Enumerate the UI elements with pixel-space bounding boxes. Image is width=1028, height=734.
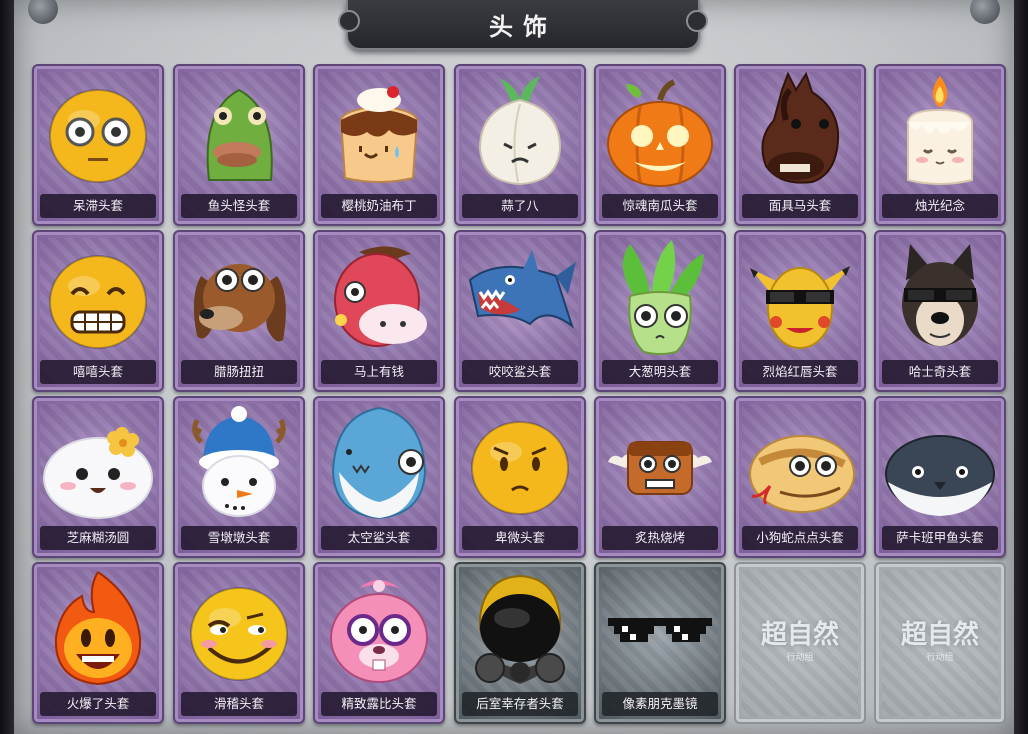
headwear-label: 后室幸存者头套 [462, 692, 578, 716]
headwear-label: 精致露比头套 [321, 692, 437, 716]
headwear-label: 小狗蛇点点头套 [742, 526, 858, 550]
headwear-card[interactable]: 像素朋克墨镜 [594, 562, 726, 724]
fire-icon [54, 571, 142, 686]
space-shark-icon [331, 407, 427, 520]
funny-face-icon [190, 587, 288, 681]
pink-beaver-icon [330, 580, 428, 683]
headwear-card[interactable]: 卑微头套 [454, 396, 586, 558]
title-plaque: 头饰 [338, 0, 708, 50]
corner-rivet-icon [970, 0, 1000, 24]
headwear-label: 樱桃奶油布丁 [321, 194, 437, 218]
yellow-mouse-sunglasses-icon [750, 266, 850, 349]
headwear-card[interactable]: 精致露比头套 [313, 562, 445, 724]
headwear-card[interactable]: 面具马头套 [734, 64, 866, 226]
headwear-card[interactable]: 嘻嘻头套 [32, 230, 164, 392]
headwear-card[interactable]: 小狗蛇点点头套 [734, 396, 866, 558]
headwear-card[interactable]: 滑稽头套 [173, 562, 305, 724]
green-onion-icon [622, 240, 704, 355]
headwear-label: 大葱明头套 [602, 360, 718, 384]
headwear-card[interactable]: 蒜了八 [454, 64, 586, 226]
empty-headwear-slot[interactable]: 超自然 行动组 [874, 562, 1006, 724]
headwear-label: 像素朋克墨镜 [602, 692, 718, 716]
garlic-icon [478, 76, 562, 186]
headwear-card[interactable]: 烛光纪念 [874, 64, 1006, 226]
red-horse-icon [334, 246, 427, 347]
dazed-face-icon [49, 89, 147, 183]
headwear-card[interactable]: 炙热烧烤 [594, 396, 726, 558]
headwear-label: 烈焰红唇头套 [742, 360, 858, 384]
watermark-subtitle: 行动组 [786, 653, 814, 663]
headwear-card[interactable]: 雪墩墩头套 [173, 396, 305, 558]
headwear-card[interactable]: 哈士奇头套 [874, 230, 1006, 392]
dachshund-icon [193, 264, 286, 342]
headwear-label: 雪墩墩头套 [181, 526, 297, 550]
watermark-logo: 超自然 [760, 620, 839, 650]
headwear-label: 火爆了头套 [40, 692, 156, 716]
shark-icon [468, 250, 576, 329]
fish-head-icon [206, 88, 273, 181]
headwear-label: 腊肠扭扭 [181, 360, 297, 384]
headwear-label: 咬咬鲨头套 [462, 360, 578, 384]
headwear-card[interactable]: 惊魂南瓜头套 [594, 64, 726, 226]
watermark-logo: 超自然 [900, 620, 979, 650]
headwear-card[interactable]: 鱼头怪头套 [173, 64, 305, 226]
headwear-card[interactable]: 咬咬鲨头套 [454, 230, 586, 392]
headwear-card[interactable]: 烈焰红唇头套 [734, 230, 866, 392]
pudding-icon [339, 86, 419, 183]
rice-ball-icon [43, 427, 153, 519]
headwear-label: 面具马头套 [742, 194, 858, 218]
headwear-label: 哈士奇头套 [882, 360, 998, 384]
headwear-label: 呆滞头套 [40, 194, 156, 218]
humble-face-icon [471, 421, 569, 515]
headwear-label: 惊魂南瓜头套 [602, 194, 718, 218]
pumpkin-icon [607, 79, 713, 187]
headwear-label: 炙热烧烤 [602, 526, 718, 550]
headwear-card[interactable]: 樱桃奶油布丁 [313, 64, 445, 226]
headwear-card[interactable]: 马上有钱 [313, 230, 445, 392]
headwear-card[interactable]: 呆滞头套 [32, 64, 164, 226]
headwear-label: 嘻嘻头套 [40, 360, 156, 384]
headwear-card[interactable]: 腊肠扭扭 [173, 230, 305, 392]
headwear-label: 滑稽头套 [181, 692, 297, 716]
headwear-card[interactable]: 萨卡班甲鱼头套 [874, 396, 1006, 558]
pixel-sunglasses-icon [608, 618, 712, 642]
watermark-subtitle: 行动组 [926, 653, 954, 663]
snowman-icon [191, 406, 287, 517]
left-border [0, 0, 14, 734]
corner-rivet-icon [28, 0, 58, 24]
headwear-card[interactable]: 火爆了头套 [32, 562, 164, 724]
headwear-card[interactable]: 后室幸存者头套 [454, 562, 586, 724]
headwear-label: 马上有钱 [321, 360, 437, 384]
right-border [1014, 0, 1028, 734]
headwear-label: 太空鲨头套 [321, 526, 437, 550]
headwear-label: 萨卡班甲鱼头套 [882, 526, 998, 550]
headwear-label: 鱼头怪头套 [181, 194, 297, 218]
snake-icon [749, 435, 855, 513]
gas-mask-icon [475, 574, 565, 684]
horse-head-icon [761, 71, 840, 184]
fish-icon [885, 435, 995, 516]
candle-icon [907, 76, 973, 185]
headwear-card[interactable]: 芝麻糊汤圆 [32, 396, 164, 558]
husky-icon [902, 244, 978, 346]
headwear-label: 芝麻糊汤圆 [40, 526, 156, 550]
headwear-label: 卑微头套 [462, 526, 578, 550]
page-title: 头饰 [489, 12, 557, 41]
grilled-meat-icon [608, 441, 712, 495]
grinning-face-icon [49, 255, 147, 349]
headwear-label: 烛光纪念 [882, 194, 998, 218]
empty-headwear-slot[interactable]: 超自然 行动组 [734, 562, 866, 724]
headwear-card[interactable]: 大葱明头套 [594, 230, 726, 392]
headwear-card[interactable]: 太空鲨头套 [313, 396, 445, 558]
headwear-label: 蒜了八 [462, 194, 578, 218]
